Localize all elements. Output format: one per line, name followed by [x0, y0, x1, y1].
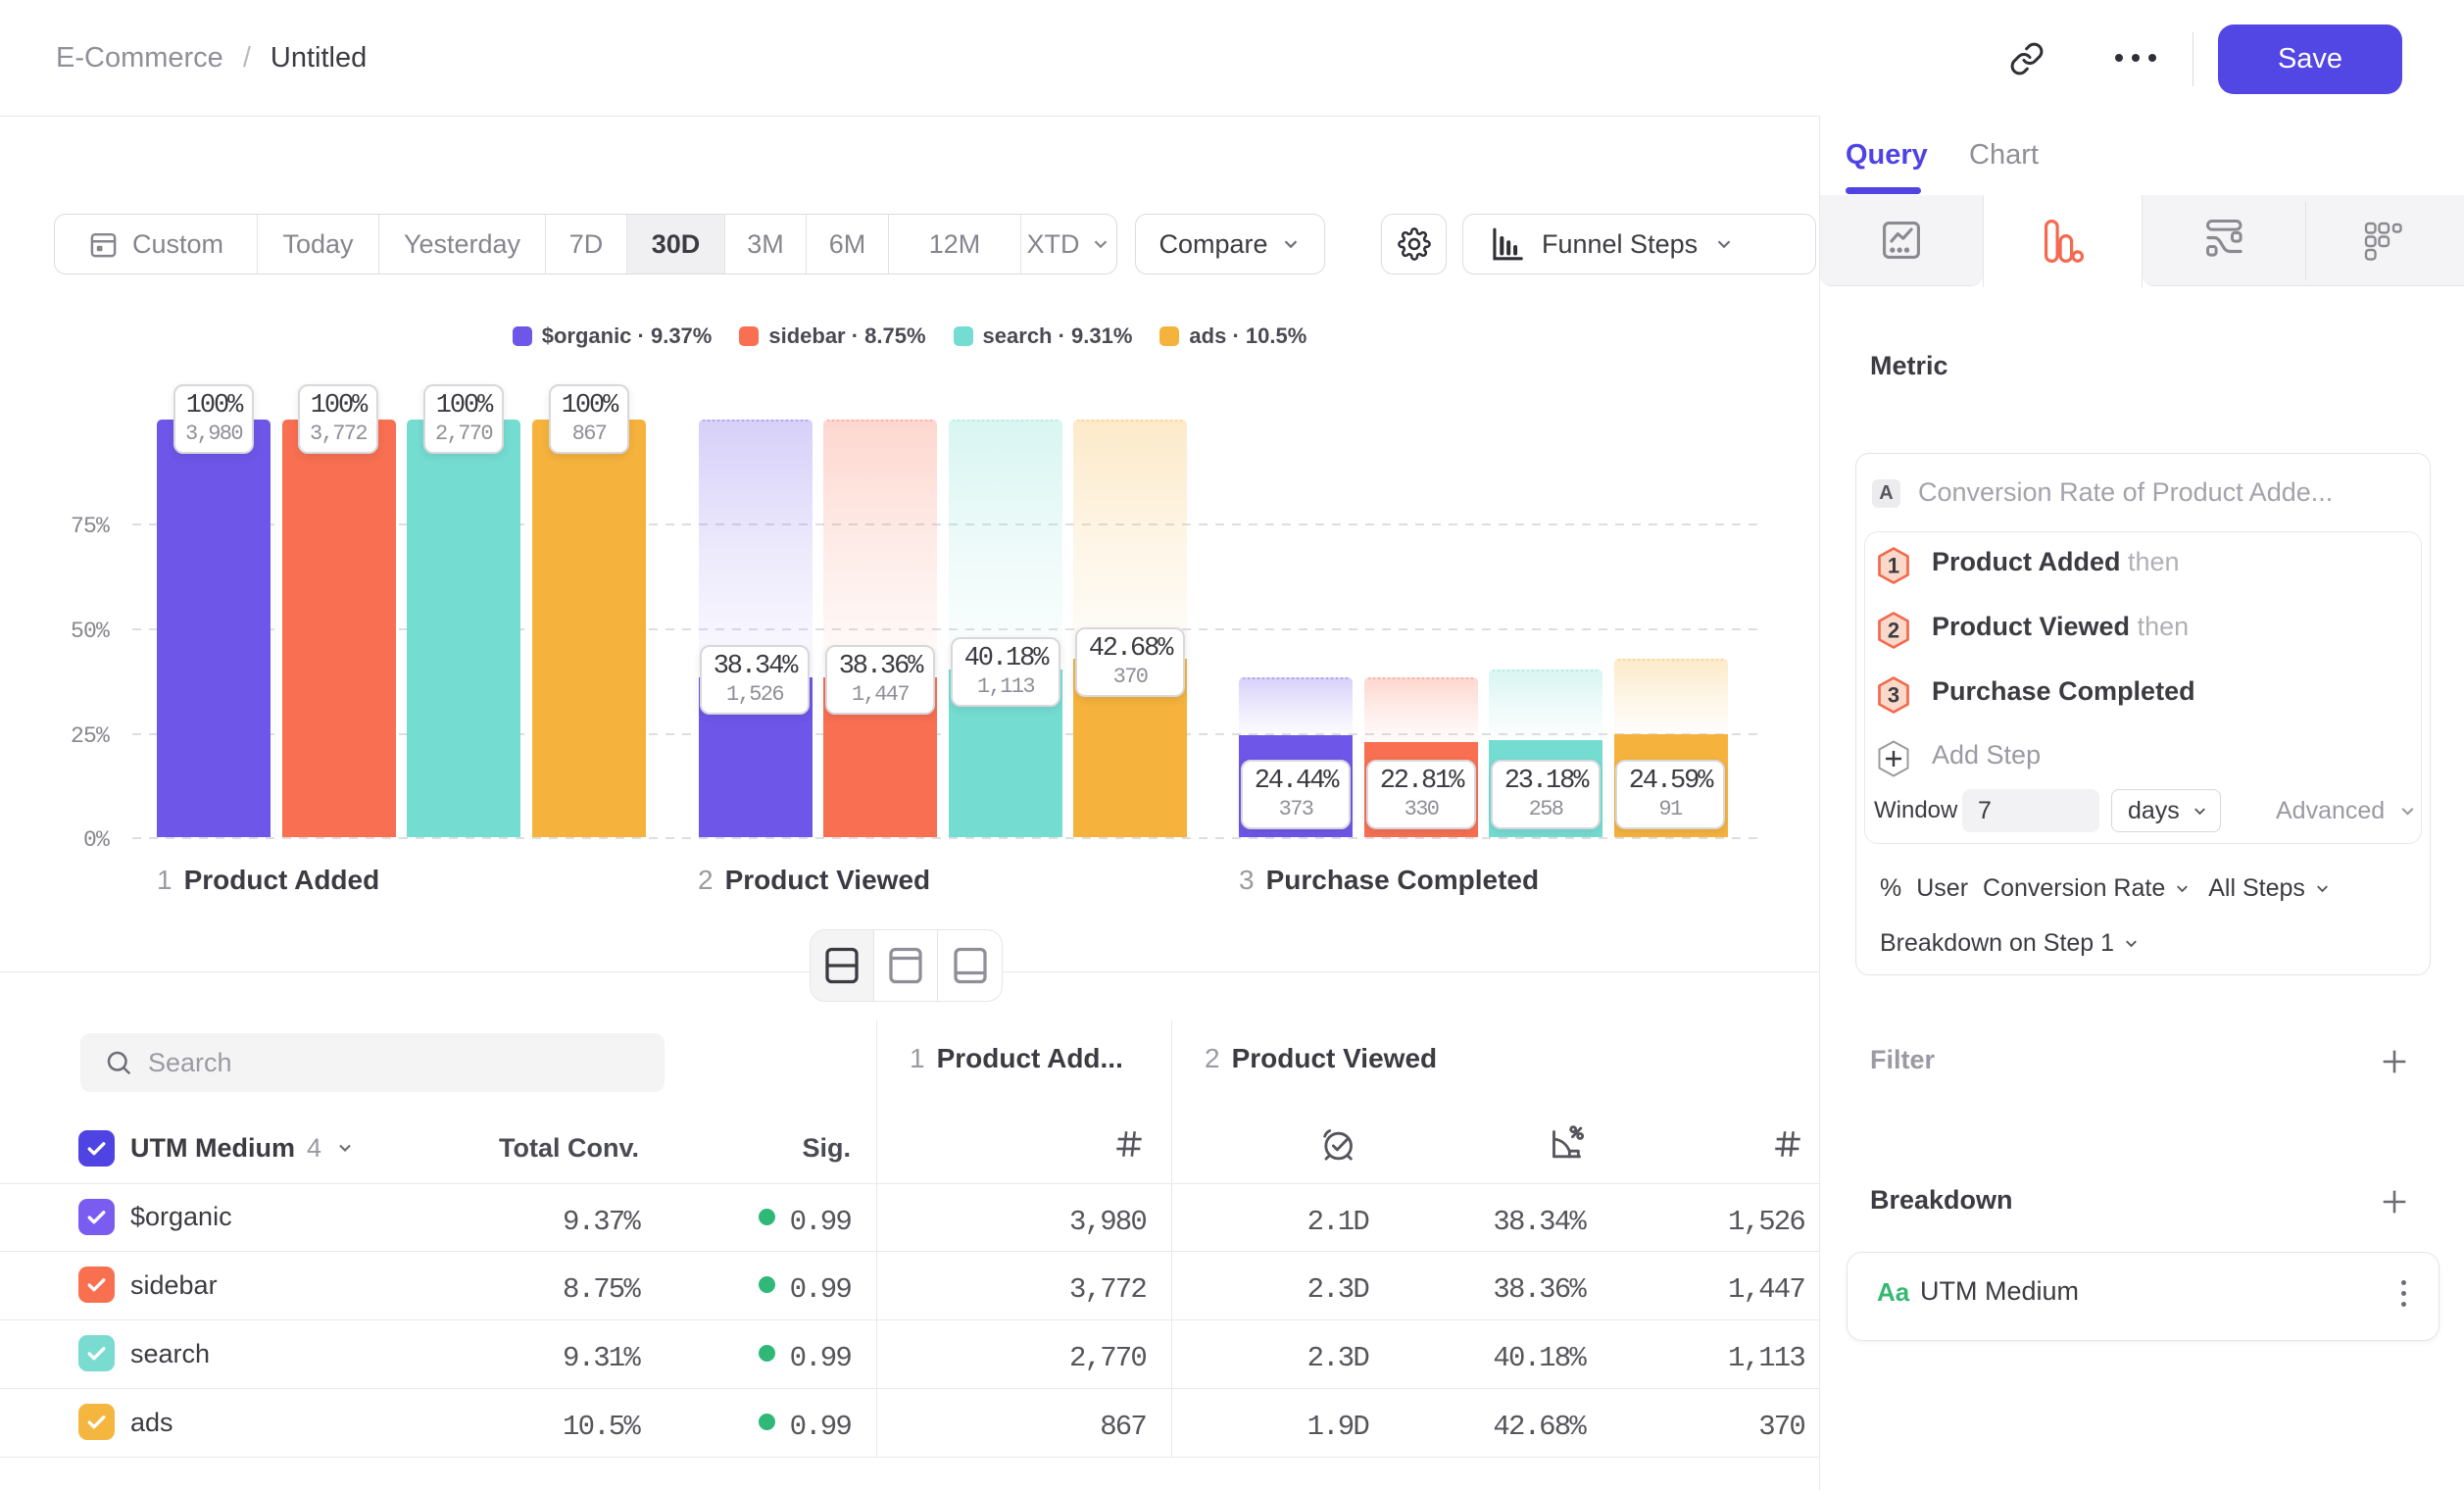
svg-text:2: 2 — [1888, 619, 1899, 643]
svg-text:3: 3 — [1888, 683, 1899, 708]
svg-text:1: 1 — [1888, 554, 1899, 578]
